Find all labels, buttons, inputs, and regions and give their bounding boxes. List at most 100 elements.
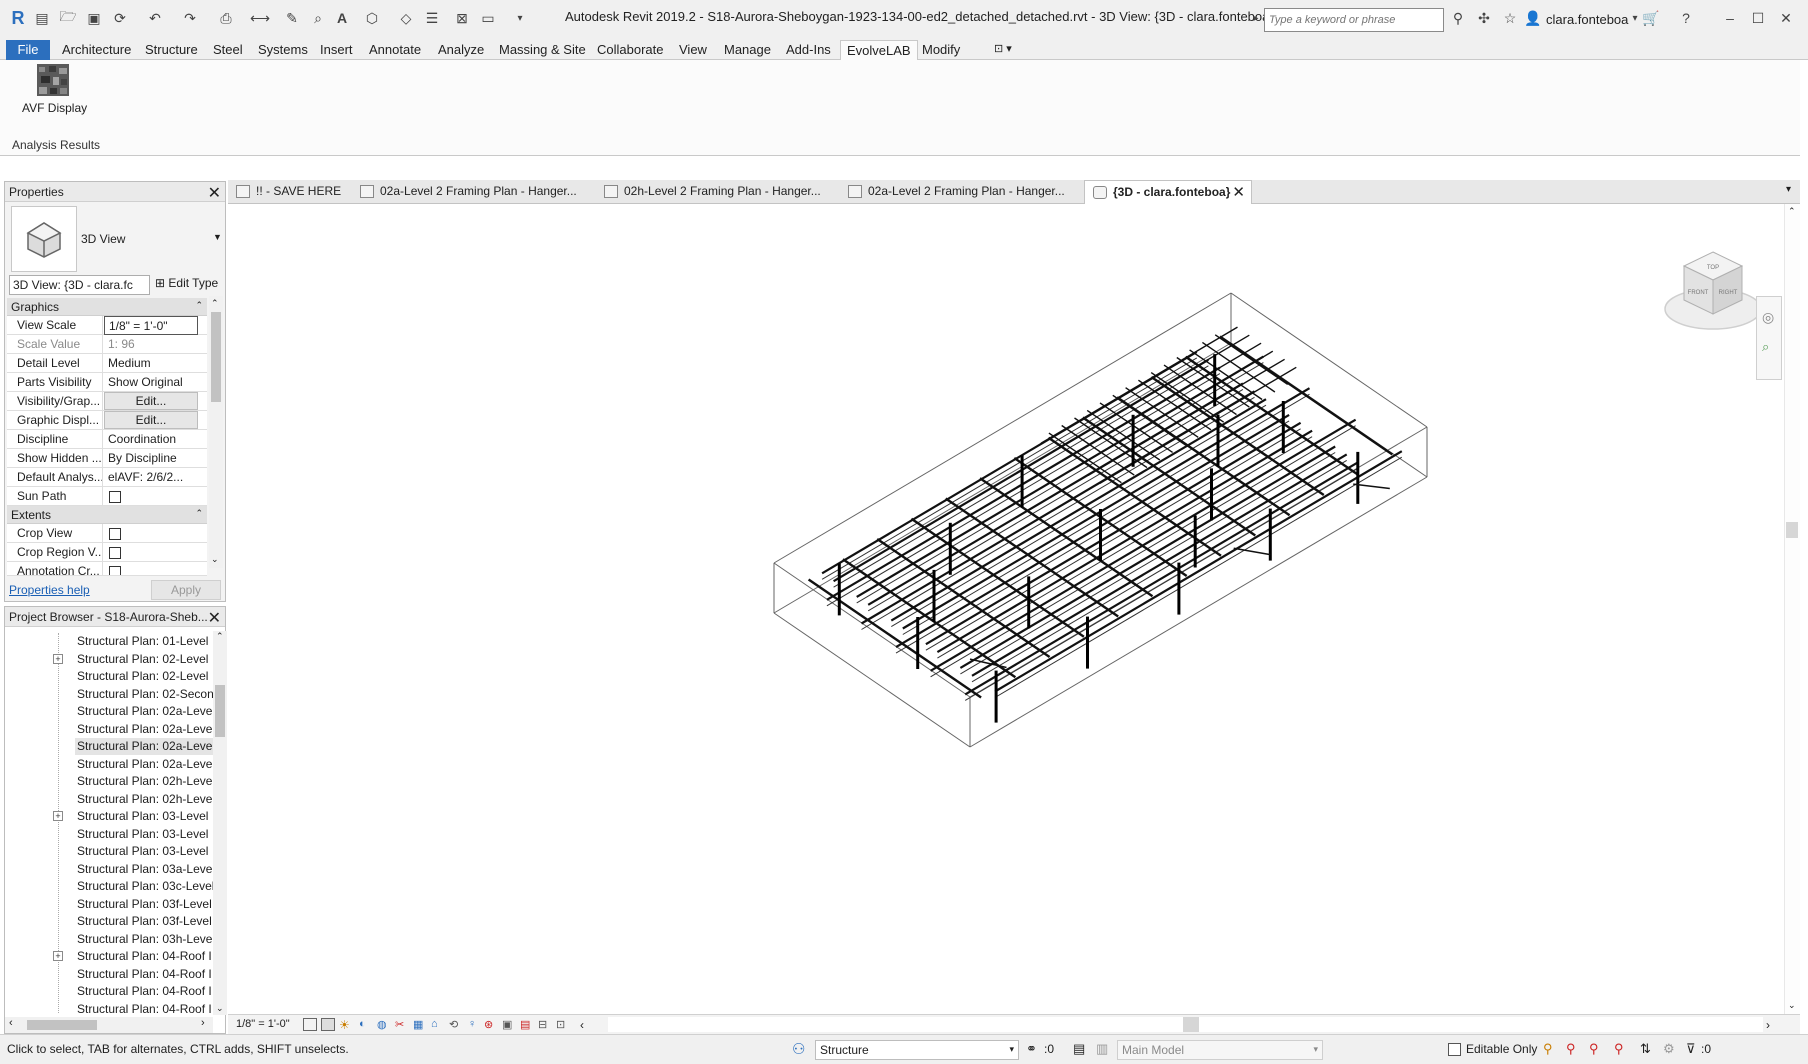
tab-systems[interactable]: Systems — [252, 40, 314, 60]
analytical-model-icon[interactable]: ▣ — [502, 1018, 516, 1031]
scroll-up-icon[interactable]: ⌃ — [1788, 206, 1796, 217]
type-dropdown-icon[interactable]: ▼ — [213, 232, 222, 242]
open-icon[interactable]: ▤ — [32, 8, 52, 28]
joist[interactable] — [1150, 372, 1225, 423]
joist[interactable] — [1064, 342, 1262, 460]
browser-horizontal-thumb[interactable] — [27, 1020, 97, 1030]
detail-level-icon[interactable] — [303, 1018, 317, 1031]
expand-arrow-icon[interactable]: ▸ — [1246, 8, 1266, 28]
beam[interactable] — [902, 387, 1311, 630]
edit-type-button[interactable]: ⊞ Edit Type — [155, 276, 218, 290]
tree-item-structural-plan[interactable]: Structural Plan: 04-Roof I — [75, 983, 215, 1000]
binoculars-icon[interactable]: ⚲ — [1448, 8, 1468, 28]
viewport-vertical-thumb[interactable] — [1786, 522, 1798, 538]
scroll-down-icon[interactable]: ⌄ — [1788, 1000, 1796, 1011]
joist[interactable] — [1040, 326, 1238, 444]
view-scale-control[interactable]: 1/8" = 1'-0" — [236, 1018, 290, 1030]
joist[interactable] — [1075, 350, 1274, 468]
tab-analyze[interactable]: Analyze — [432, 40, 490, 60]
viewcube[interactable]: TOP FRONT RIGHT — [1658, 244, 1768, 340]
scroll-left-icon[interactable]: ‹ — [580, 1018, 594, 1032]
scroll-up-icon[interactable]: ⌃ — [211, 298, 219, 309]
tree-expand-icon[interactable]: + — [53, 951, 63, 961]
tree-item-structural-plan[interactable]: Structural Plan: 02a-Leve — [75, 756, 215, 773]
user-name[interactable]: clara.fonteboa — [1546, 12, 1628, 27]
joist[interactable] — [1214, 334, 1289, 385]
undo-icon[interactable]: ↶ — [145, 8, 165, 28]
design-option-select[interactable]: Main Model ▾ — [1117, 1040, 1323, 1060]
group-graphics[interactable]: Graphics ⌃ — [7, 298, 207, 316]
select-pinned-icon[interactable]: ⚲ — [1589, 1041, 1599, 1057]
customize-qat-icon[interactable]: ▾ — [510, 8, 530, 28]
sync-icon[interactable]: ⟳ — [110, 8, 130, 28]
properties-help-link[interactable]: Properties help — [9, 583, 90, 597]
joist[interactable] — [1099, 366, 1297, 485]
beam-flange[interactable] — [925, 428, 1301, 651]
tree-expand-icon[interactable]: + — [53, 653, 63, 664]
tree-expand-icon[interactable]: + — [53, 811, 63, 821]
tree-item-structural-plan[interactable]: Structural Plan: 03f-Level — [75, 913, 215, 930]
help-search-input[interactable] — [1264, 8, 1444, 32]
tree-item-structural-plan[interactable]: Structural Plan: 03-Level — [75, 843, 215, 860]
tree-item-structural-plan[interactable]: Structural Plan: 02h-Leve — [75, 773, 215, 790]
viewport-horizontal-thumb[interactable] — [1183, 1017, 1199, 1032]
joist[interactable] — [1048, 432, 1122, 484]
favorites-star-icon[interactable]: ☆ — [1500, 8, 1520, 28]
close-tab-icon[interactable]: ✕ — [1232, 183, 1245, 201]
crop-view-icon[interactable]: ✂ — [395, 1018, 409, 1031]
graphic-display-edit-button[interactable]: Edit... — [104, 411, 198, 429]
tree-item-structural-plan[interactable]: Structural Plan: 04-Roof I — [75, 966, 215, 983]
joist[interactable] — [1074, 417, 1148, 469]
zoom-icon[interactable]: ⌕ — [1762, 339, 1769, 355]
tree-item-structural-plan[interactable]: Structural Plan: 04-Roof I — [75, 1001, 215, 1018]
beam-flange[interactable] — [891, 404, 1267, 628]
joist[interactable] — [1052, 334, 1250, 452]
beam-flange[interactable] — [964, 467, 1359, 701]
maximize-icon[interactable]: ☐ — [1748, 8, 1768, 28]
joist[interactable] — [1087, 358, 1285, 477]
discipline-field[interactable]: Coordination — [104, 430, 198, 449]
browser-vertical-thumb[interactable] — [215, 685, 225, 737]
beam-flange[interactable] — [971, 459, 1347, 683]
crop-view-checkbox[interactable] — [109, 528, 121, 540]
tab-collaborate[interactable]: Collaborate — [591, 40, 670, 60]
sun-path-checkbox[interactable] — [109, 491, 121, 503]
close-hidden-icon[interactable]: ⊠ — [452, 8, 472, 28]
temp-view-props-icon[interactable]: ⊛ — [484, 1018, 498, 1031]
avf-display-icon[interactable] — [37, 64, 69, 96]
background-processes-icon[interactable]: ⚙ — [1663, 1041, 1675, 1057]
beam-flange[interactable] — [960, 452, 1336, 675]
view-tab-save-here[interactable]: !! - SAVE HERE — [228, 180, 352, 204]
visibility-graphics-edit-button[interactable]: Edit... — [104, 392, 198, 410]
view-tab-3d[interactable]: {3D - clara.fonteboa} ✕ — [1084, 180, 1252, 204]
folder-icon[interactable]: 🗁 — [58, 8, 78, 28]
design-options-icon[interactable]: ▤ — [1073, 1041, 1085, 1057]
drag-elements-icon[interactable]: ⇅ — [1640, 1041, 1651, 1057]
select-by-face-icon[interactable]: ⚲ — [1614, 1041, 1624, 1057]
scroll-down-icon[interactable]: ⌄ — [211, 554, 219, 565]
scroll-right-icon[interactable]: › — [1766, 1018, 1780, 1032]
tab-add-ins[interactable]: Add-Ins — [780, 40, 837, 60]
joist[interactable] — [1163, 364, 1237, 416]
scroll-down-icon[interactable]: ⌄ — [216, 1003, 224, 1014]
joist[interactable] — [1061, 424, 1135, 476]
visual-style-icon[interactable] — [321, 1018, 335, 1031]
tab-evolvelab[interactable]: EvolveLAB — [840, 40, 918, 60]
project-browser-close-icon[interactable]: ✕ — [208, 608, 221, 628]
tab-insert[interactable]: Insert — [314, 40, 359, 60]
select-underlay-icon[interactable]: ⚲ — [1566, 1041, 1576, 1057]
temp-hide-icon[interactable]: ⟲ — [449, 1018, 463, 1031]
scroll-up-icon[interactable]: ⌃ — [216, 631, 224, 642]
group-extents[interactable]: Extents ⌃ — [7, 506, 207, 524]
detail-level-field[interactable]: Medium — [104, 354, 198, 373]
type-name[interactable]: 3D View — [81, 232, 125, 246]
instance-selector[interactable]: 3D View: {3D - clara.fc — [9, 275, 150, 295]
save-icon[interactable]: ▣ — [84, 8, 104, 28]
annotation-crop-checkbox[interactable] — [109, 566, 121, 575]
tree-item-structural-plan[interactable]: Structural Plan: 02a-Leve — [75, 703, 215, 720]
tab-modify[interactable]: Modify — [916, 40, 966, 60]
joist[interactable] — [1112, 394, 1186, 446]
viewport-vertical-scrollbar[interactable]: ⌃ ⌄ — [1784, 204, 1800, 1014]
tab-annotate[interactable]: Annotate — [363, 40, 427, 60]
view-scale-field[interactable]: 1/8" = 1'-0" — [104, 316, 198, 335]
